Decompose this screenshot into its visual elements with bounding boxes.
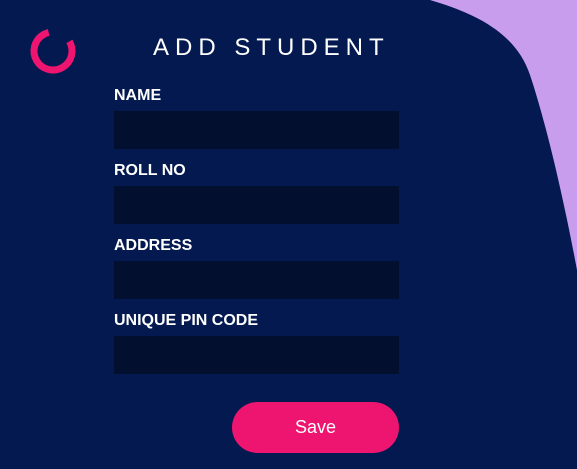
name-input[interactable]	[114, 111, 399, 149]
roll-no-field-group: ROLL NO	[114, 161, 399, 236]
page-title: ADD STUDENT	[153, 34, 390, 61]
add-student-page: ADD STUDENT NAME ROLL NO ADDRESS UNIQUE …	[0, 0, 577, 469]
address-label: ADDRESS	[114, 237, 193, 254]
save-button[interactable]: Save	[232, 402, 399, 453]
roll-no-input[interactable]	[114, 186, 399, 224]
address-field-group: ADDRESS	[114, 236, 399, 311]
pin-code-label: UNIQUE PIN CODE	[114, 312, 259, 329]
address-input[interactable]	[114, 261, 399, 299]
add-student-form: NAME ROLL NO ADDRESS UNIQUE PIN CODE	[114, 86, 399, 386]
name-field-group: NAME	[114, 86, 399, 161]
pin-code-field-group: UNIQUE PIN CODE	[114, 311, 399, 386]
spinner-ring-icon	[30, 28, 76, 74]
name-label: NAME	[114, 87, 162, 104]
pin-code-input[interactable]	[114, 336, 399, 374]
roll-no-label: ROLL NO	[114, 162, 186, 179]
